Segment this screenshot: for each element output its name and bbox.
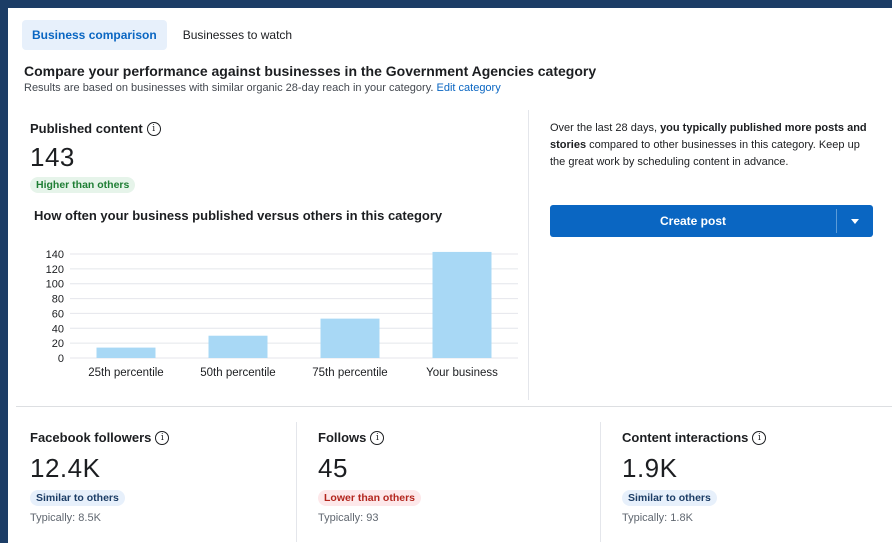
x-tick-label: 25th percentile: [88, 367, 163, 379]
y-tick-label: 20: [52, 338, 64, 350]
caret-down-icon: [851, 218, 859, 224]
info-icon[interactable]: i: [146, 121, 161, 136]
published-content-value: 143: [30, 142, 75, 172]
x-tick-label: 50th percentile: [200, 367, 275, 379]
divider: [528, 110, 529, 400]
subtitle-text: Results are based on businesses with sim…: [24, 82, 434, 94]
metric-value: 1.9K: [622, 453, 678, 483]
bar: [432, 251, 492, 358]
tab-bar: Business comparison Businesses to watch: [22, 20, 302, 50]
page-subtitle: Results are based on businesses with sim…: [24, 82, 501, 94]
published-content-label: Published content: [30, 121, 143, 136]
x-tick-label: 75th percentile: [312, 367, 387, 379]
metric-label: Facebook followers: [30, 430, 152, 445]
y-tick-label: 120: [46, 264, 64, 276]
y-tick-label: 100: [46, 279, 64, 291]
y-tick-label: 140: [46, 249, 64, 261]
typical-value: Typically: 1.8K: [622, 512, 693, 524]
bar: [208, 335, 268, 358]
edit-category-link[interactable]: Edit category: [437, 82, 501, 94]
bar: [96, 347, 156, 358]
divider: [296, 422, 297, 542]
insight-text: Over the last 28 days, you typically pub…: [550, 120, 870, 171]
metric-value: 45: [318, 453, 348, 483]
status-badge: Lower than others: [318, 490, 422, 506]
tab-business-comparison[interactable]: Business comparison: [22, 20, 167, 50]
x-tick-label: Your business: [426, 367, 498, 379]
chart-title: How often your business published versus…: [34, 208, 443, 223]
create-post-button-group: Create post: [550, 205, 873, 237]
insight-text-pre: Over the last 28 days,: [550, 122, 661, 134]
metric-title: Follows i: [318, 430, 421, 445]
y-tick-label: 0: [58, 353, 64, 365]
info-icon[interactable]: i: [752, 430, 767, 445]
status-badge: Similar to others: [622, 490, 717, 506]
status-badge: Similar to others: [30, 490, 125, 506]
divider: [600, 422, 601, 542]
info-icon[interactable]: i: [155, 430, 170, 445]
bar: [320, 318, 380, 358]
info-icon[interactable]: i: [370, 430, 385, 445]
y-tick-label: 60: [52, 308, 64, 320]
metric-card-content-interactions: Content interactions i 1.9K Similar to o…: [622, 430, 767, 524]
business-comparison-panel: Business comparison Businesses to watch …: [8, 8, 892, 543]
metric-title: Facebook followers i: [30, 430, 170, 445]
published-content-section: Published content i 143 Higher than othe…: [30, 121, 161, 193]
metric-card-follows: Follows i 45 Lower than others Typically…: [318, 430, 422, 524]
insight-text-post: compared to other businesses in this cat…: [550, 139, 860, 168]
status-badge: Higher than others: [30, 177, 136, 193]
metric-value: 12.4K: [30, 453, 101, 483]
section-divider: [16, 406, 892, 407]
page-title: Compare your performance against busines…: [24, 63, 597, 79]
tab-businesses-to-watch[interactable]: Businesses to watch: [173, 20, 302, 50]
create-post-dropdown-button[interactable]: [837, 205, 873, 237]
metric-card-facebook-followers: Facebook followers i 12.4K Similar to ot…: [30, 430, 170, 524]
y-tick-label: 80: [52, 294, 64, 306]
metric-title: Content interactions i: [622, 430, 767, 445]
create-post-button[interactable]: Create post: [550, 205, 836, 237]
metric-label: Follows: [318, 430, 367, 445]
typical-value: Typically: 93: [318, 512, 379, 524]
y-tick-label: 40: [52, 323, 64, 335]
published-content-title: Published content i: [30, 121, 161, 136]
metric-label: Content interactions: [622, 430, 749, 445]
published-content-chart: 0 20 40 60 80 100 120 140 25th percentile 50th pe…: [46, 249, 518, 379]
typical-value: Typically: 8.5K: [30, 512, 101, 524]
